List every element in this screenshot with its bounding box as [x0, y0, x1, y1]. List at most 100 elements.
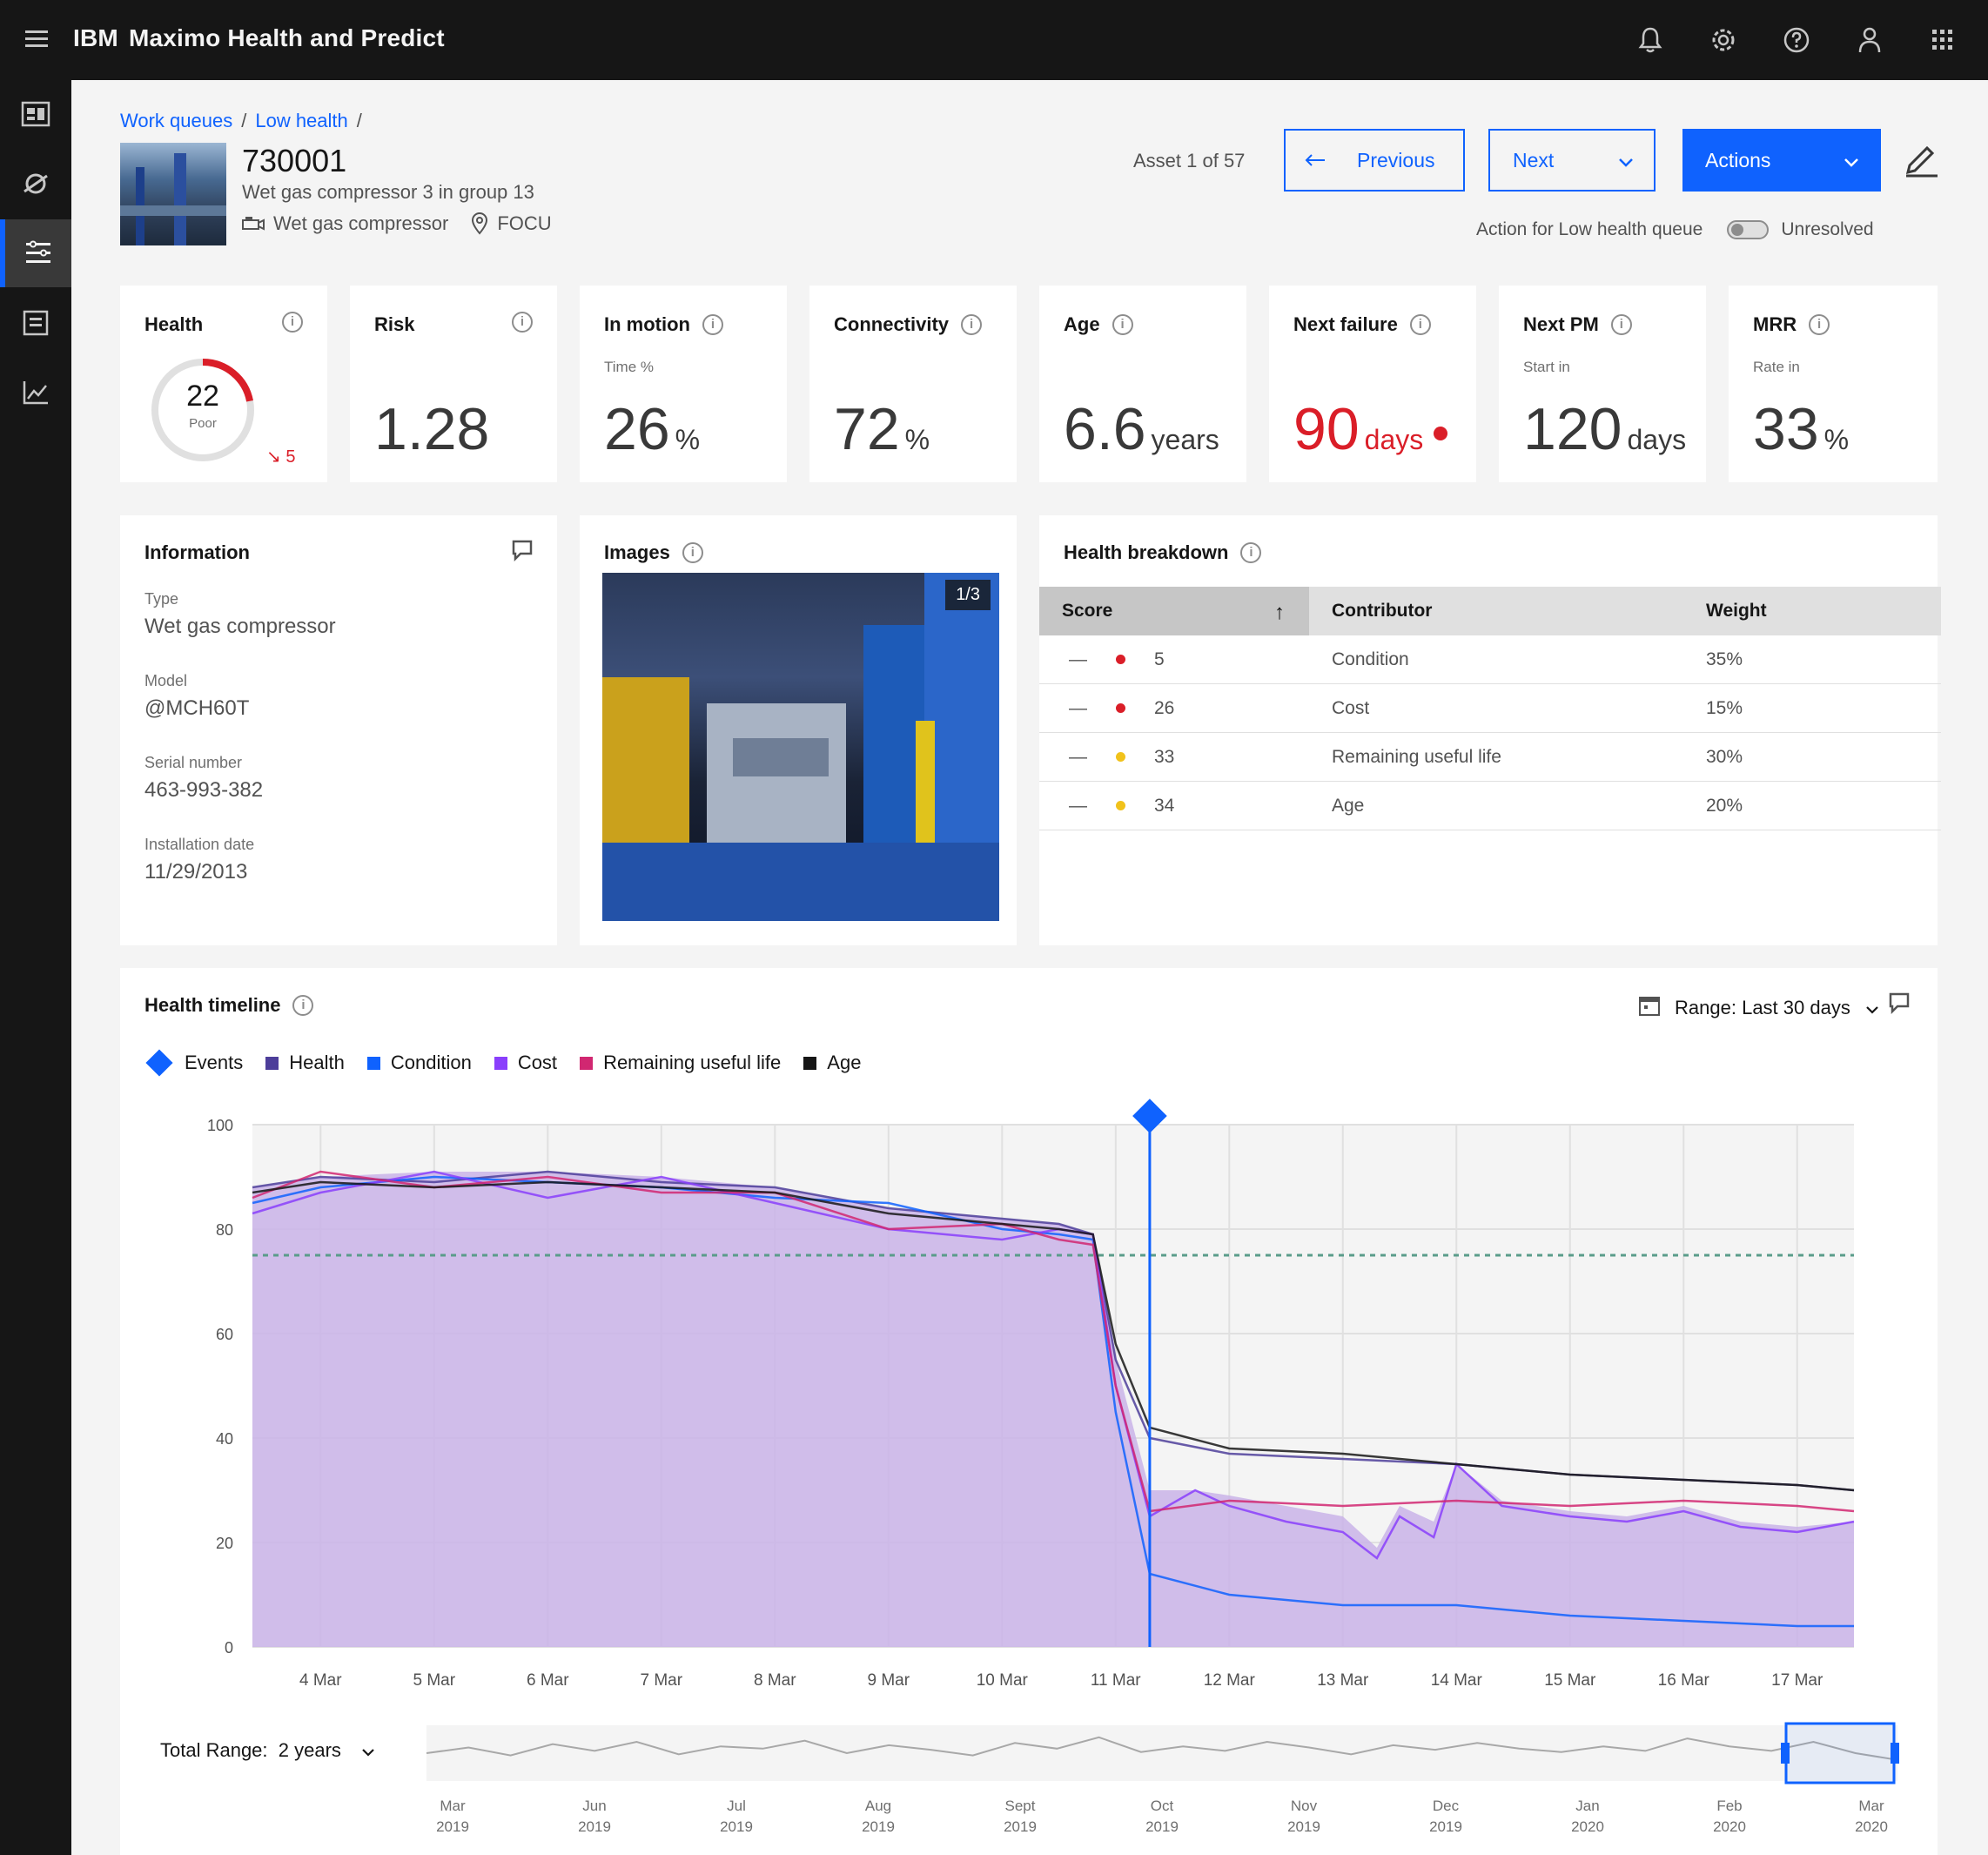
- health-score: 22: [186, 380, 219, 413]
- legend-item-cost[interactable]: Cost: [494, 1052, 557, 1074]
- work-queues-icon[interactable]: [0, 219, 71, 287]
- range-dropdown[interactable]: Range: Last 30 days: [1638, 994, 1878, 1022]
- kpi-mrr-title: MRR: [1753, 313, 1797, 335]
- asset-location: FOCU: [471, 212, 552, 235]
- overview-tick-year: 2020: [1855, 1818, 1888, 1835]
- x-tick-label: 5 Mar: [413, 1671, 456, 1690]
- notification-icon[interactable]: [1614, 14, 1687, 66]
- kpi-connectivity-unit: %: [904, 424, 930, 455]
- score-value: 33: [1154, 747, 1175, 767]
- column-weight[interactable]: Weight: [1706, 601, 1767, 622]
- overview-tick-year: 2019: [1429, 1818, 1462, 1835]
- legend-item-remaining-useful-life[interactable]: Remaining useful life: [580, 1052, 781, 1074]
- table-row[interactable]: — 33 Remaining useful life 30%: [1039, 733, 1941, 782]
- assets-icon[interactable]: [0, 150, 71, 218]
- info-icon[interactable]: i: [512, 312, 533, 333]
- overview-tick-month: Sept: [1005, 1798, 1036, 1814]
- health-breakdown-panel: Health breakdown i Score ↑ Contributor We…: [1039, 515, 1941, 945]
- info-icon[interactable]: i: [1809, 314, 1830, 335]
- previous-button[interactable]: Previous: [1284, 129, 1465, 192]
- reports-icon[interactable]: [0, 289, 71, 357]
- kpi-age-title: Age: [1064, 313, 1100, 335]
- kpi-mrr: MRR i Rate in 33%: [1729, 286, 1938, 482]
- kpi-age-unit: years: [1151, 424, 1219, 455]
- info-icon[interactable]: i: [1112, 314, 1133, 335]
- unresolved-toggle[interactable]: [1727, 220, 1770, 239]
- chevron-down-icon: [1866, 997, 1878, 1019]
- kpi-in-motion-sub: Time %: [604, 359, 654, 375]
- help-icon[interactable]: [1760, 14, 1833, 66]
- kpi-next-failure-unit: days: [1364, 424, 1424, 455]
- asset-photo[interactable]: 1/3: [602, 573, 999, 921]
- kpi-next-failure-value: 90: [1293, 396, 1360, 462]
- breadcrumb-work-queues[interactable]: Work queues: [120, 110, 232, 131]
- kpi-next-pm: Next PM i Start in 120 days: [1499, 286, 1706, 482]
- edit-icon[interactable]: [1903, 139, 1944, 181]
- side-navigation: [0, 80, 71, 1855]
- overview-handle-right: [1891, 1743, 1899, 1764]
- legend-item-events[interactable]: Events: [145, 1049, 243, 1077]
- kpi-next-failure: Next failure i 90 days: [1269, 286, 1476, 482]
- info-icon[interactable]: i: [702, 314, 723, 335]
- info-icon[interactable]: i: [1240, 542, 1262, 563]
- health-timeline-title: Health timeline: [144, 994, 281, 1016]
- actions-label: Actions: [1705, 148, 1771, 171]
- overview-tick-year: 2019: [1145, 1818, 1179, 1835]
- comment-icon[interactable]: [1887, 991, 1913, 1017]
- kpi-in-motion: In motion i Time % 26%: [580, 286, 787, 482]
- info-icon[interactable]: i: [1409, 314, 1431, 335]
- info-icon[interactable]: i: [292, 995, 314, 1016]
- breadcrumb: Work queues / Low health /: [120, 110, 371, 132]
- table-row[interactable]: — 5 Condition 35%: [1039, 635, 1941, 684]
- kpi-next-pm-title: Next PM: [1523, 313, 1599, 335]
- asset-type: Wet gas compressor: [242, 212, 448, 235]
- user-icon[interactable]: [1833, 14, 1906, 66]
- brand-name: IBM: [73, 24, 118, 51]
- info-icon[interactable]: i: [1610, 314, 1632, 335]
- status-dot: [1116, 655, 1125, 664]
- x-tick-label: 16 Mar: [1658, 1671, 1710, 1690]
- breadcrumb-separator: /: [241, 110, 247, 131]
- sort-ascending-icon[interactable]: ↑: [1274, 601, 1285, 625]
- hamburger-menu-icon[interactable]: [19, 23, 54, 57]
- kpi-mrr-unit: %: [1823, 424, 1850, 455]
- legend-label: Condition: [390, 1052, 472, 1073]
- overview-chart[interactable]: Mar 2019 Jun 2019 Jul 2019 Aug 2019 Sept 2019 Oct 2…: [120, 1717, 1938, 1847]
- table-row[interactable]: — 34 Age 20%: [1039, 782, 1941, 830]
- analytics-icon[interactable]: [0, 359, 71, 427]
- column-contributor[interactable]: Contributor: [1332, 601, 1432, 622]
- kpi-risk-title: Risk: [374, 313, 415, 335]
- next-button[interactable]: Next: [1488, 129, 1656, 192]
- table-row[interactable]: — 26 Cost 15%: [1039, 684, 1941, 733]
- kpi-health: Health i 22 Poor ↘ 5: [120, 286, 327, 482]
- settings-icon[interactable]: [1687, 14, 1760, 66]
- x-tick-label: 6 Mar: [527, 1671, 569, 1690]
- trend-flat-icon: —: [1069, 698, 1087, 718]
- overview-tick-month: Jul: [727, 1798, 746, 1814]
- legend-swatch: [265, 1056, 279, 1070]
- legend-swatch: [803, 1056, 817, 1070]
- app-title[interactable]: IBM Maximo Health and Predict: [73, 24, 445, 52]
- app-switcher-icon[interactable]: [1906, 14, 1979, 66]
- kpi-in-motion-value: 26: [604, 396, 670, 462]
- info-icon[interactable]: i: [961, 314, 983, 335]
- legend-item-health[interactable]: Health: [265, 1052, 345, 1074]
- health-timeline-chart[interactable]: 100 80 60 40 20 0 4 Mar 5 Mar 6 Mar 7 Mar 8 Mar 9 M…: [120, 1099, 1938, 1725]
- comment-icon[interactable]: [510, 538, 536, 564]
- legend-item-age[interactable]: Age: [803, 1052, 861, 1074]
- dashboard-icon[interactable]: [0, 80, 71, 148]
- asset-description: Wet gas compressor 3 in group 13: [242, 181, 534, 203]
- kpi-next-failure-title: Next failure: [1293, 313, 1398, 335]
- overview-tick-year: 2019: [436, 1818, 469, 1835]
- contributor-name: Condition: [1332, 649, 1409, 669]
- info-icon[interactable]: i: [282, 312, 303, 333]
- asset-thumbnail[interactable]: [120, 143, 226, 245]
- y-tick-label: 100: [207, 1117, 233, 1134]
- overview-tick-month: Jun: [582, 1798, 606, 1814]
- arrow-left-icon: [1305, 149, 1326, 172]
- actions-button[interactable]: Actions: [1682, 129, 1881, 192]
- breadcrumb-low-health[interactable]: Low health: [255, 110, 347, 131]
- legend-item-condition[interactable]: Condition: [366, 1052, 472, 1074]
- health-trend-value: 5: [285, 447, 296, 467]
- info-icon[interactable]: i: [682, 542, 703, 563]
